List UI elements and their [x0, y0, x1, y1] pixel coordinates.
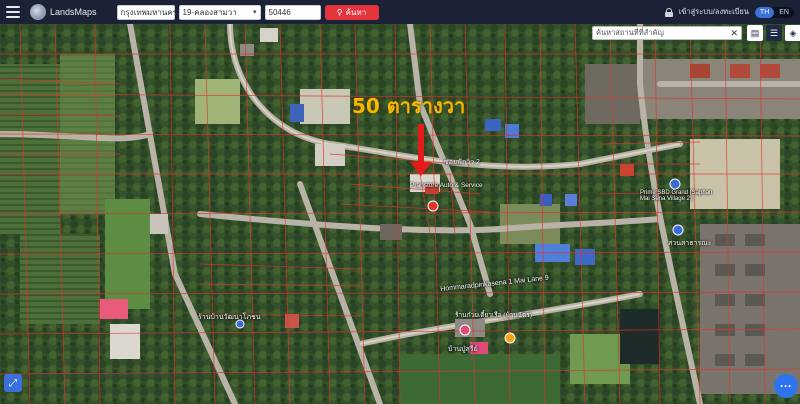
poi-label[interactable]: Prime SBD Grand (Saphan Mai Sena Village…: [640, 190, 720, 202]
lock-icon: [664, 7, 673, 17]
search-button[interactable]: ⚲ ค้นหา: [324, 4, 379, 20]
lang-en-option[interactable]: EN: [774, 7, 794, 18]
brand-logo-icon[interactable]: [30, 4, 46, 20]
province-select[interactable]: กรุงเทพมหานคร ▾: [116, 4, 183, 20]
layers-icon[interactable]: ◈: [785, 25, 800, 41]
poi-marker: [669, 178, 681, 190]
district-select[interactable]: 19-คลองสามวา ▾: [178, 4, 261, 20]
poi-label[interactable]: ซอยฟักวิว 2: [444, 157, 480, 168]
parcel-number-input[interactable]: [264, 4, 321, 20]
top-navbar: LandsMaps กรุงเทพมหานคร ▾ 19-คลองสามวา ▾…: [0, 0, 800, 24]
chat-icon[interactable]: ···: [774, 374, 798, 398]
satellite-imagery: [0, 24, 800, 404]
poi-marker: [459, 324, 471, 336]
poi-label[interactable]: ร้านก๋วยเตี๋ยวเรือ (บ้านฉัตร): [455, 310, 545, 320]
map-toolbar: ▤ ☰ ◈: [747, 25, 800, 41]
brand-name[interactable]: LandsMaps: [50, 7, 97, 17]
lang-th-option[interactable]: TH: [754, 6, 775, 18]
header-right: เข้าสู่ระบบ/ลงทะเบียน TH EN: [664, 0, 794, 24]
poi-marker: [504, 332, 516, 344]
poi-label[interactable]: สวนสาธารณะ: [668, 238, 711, 249]
chevron-down-icon: ▾: [253, 9, 257, 16]
province-select-value: กรุงเทพมหานคร: [120, 7, 178, 17]
poi-marker: [427, 200, 439, 212]
close-icon[interactable]: ✕: [730, 28, 738, 39]
login-link[interactable]: เข้าสู่ระบบ/ลงทะเบียน: [679, 6, 749, 18]
locate-icon[interactable]: ⤢: [4, 374, 22, 392]
search-button-label: ค้นหา: [345, 7, 367, 17]
poi-label[interactable]: Pranstore Auto & Service: [410, 182, 483, 189]
poi-marker: [672, 224, 684, 236]
language-toggle[interactable]: TH EN: [754, 6, 794, 18]
map-search-placeholder: ค้นหาสถานที่ที่สำคัญ: [596, 28, 664, 37]
satellite-map[interactable]: 50 ตารางวา ซอยฟักวิว 2 Pranstore Auto & …: [0, 24, 800, 404]
printer-icon[interactable]: ▤: [747, 25, 763, 41]
hamburger-icon[interactable]: [6, 6, 20, 18]
search-icon: ⚲: [336, 7, 343, 17]
poi-label[interactable]: ร้านบ้านวัฒนาโภชน: [198, 312, 261, 323]
list-icon[interactable]: ☰: [766, 25, 782, 41]
area-annotation: 50 ตารางวา: [352, 94, 466, 118]
poi-label[interactable]: บ้านปู่สุรีย์: [448, 344, 478, 355]
district-select-value: 19-คลองสามวา: [182, 7, 237, 17]
map-search-input[interactable]: ค้นหาสถานที่ที่สำคัญ ✕: [592, 26, 742, 40]
